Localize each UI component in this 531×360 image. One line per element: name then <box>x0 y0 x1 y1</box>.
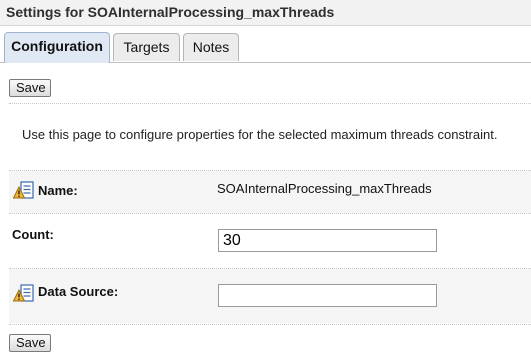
tab-targets[interactable]: Targets <box>113 33 180 61</box>
count-label: Count: <box>12 227 54 242</box>
tab-notes[interactable]: Notes <box>183 33 239 61</box>
save-button-bottom[interactable]: Save <box>9 334 51 352</box>
save-button-top[interactable]: Save <box>9 79 51 97</box>
name-value: SOAInternalProcessing_maxThreads <box>217 181 432 196</box>
title-bar: Settings for SOAInternalProcessing_maxTh… <box>0 0 531 26</box>
config-info-icon <box>12 181 35 201</box>
data-source-label: Data Source: <box>38 284 119 299</box>
tab-configuration[interactable]: Configuration <box>4 32 110 63</box>
name-label: Name: <box>38 183 78 198</box>
config-info-icon <box>12 284 35 304</box>
divider <box>9 324 531 325</box>
divider <box>9 103 531 104</box>
count-input[interactable] <box>218 229 437 252</box>
data-source-input[interactable] <box>218 284 437 307</box>
page-title: Settings for SOAInternalProcessing_maxTh… <box>6 4 335 20</box>
page-description: Use this page to configure properties fo… <box>22 127 498 142</box>
